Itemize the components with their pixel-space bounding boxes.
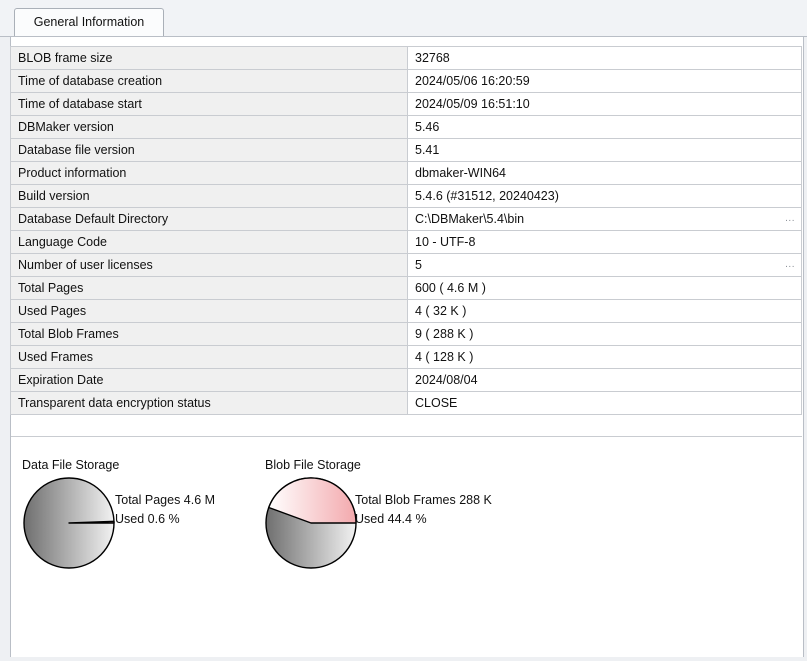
info-key: Transparent data encryption status: [10, 391, 408, 415]
general-info-table: BLOB frame size 32768 Time of database cre…: [10, 46, 802, 415]
info-value: 32768: [407, 46, 802, 70]
info-value-text: 10 - UTF-8: [415, 235, 476, 249]
info-value-text: 2024/08/04: [415, 373, 478, 387]
info-value: 5.41: [407, 138, 802, 162]
info-value-text: 4 ( 128 K ): [415, 350, 474, 364]
info-value-text: 5: [415, 258, 422, 272]
info-value: 600 ( 4.6 M ): [407, 276, 802, 300]
info-row: BLOB frame size 32768: [10, 46, 802, 70]
data-file-total-label: Total Pages 4.6 M: [115, 493, 216, 507]
info-key: Time of database creation: [10, 69, 408, 93]
info-row: Language Code 10 - UTF-8: [10, 230, 802, 254]
info-value-text: CLOSE: [415, 396, 458, 410]
blob-file-used-label: Used 44.4 %: [355, 512, 427, 526]
storage-charts-area: Data File Storage Total Pages 4.6 M Used…: [11, 436, 802, 657]
info-value: 2024/05/06 16:20:59: [407, 69, 802, 93]
info-value-text: 5.46: [415, 120, 440, 134]
blob-file-storage-title: Blob File Storage: [265, 458, 361, 472]
info-key: Language Code: [10, 230, 408, 254]
info-value-text: 600 ( 4.6 M ): [415, 281, 486, 295]
info-row: Database file version 5.41: [10, 138, 802, 162]
info-value-text: 2024/05/09 16:51:10: [415, 97, 530, 111]
info-row: Total Blob Frames 9 ( 288 K ): [10, 322, 802, 346]
info-key: Build version: [10, 184, 408, 208]
info-value-text: 5.4.6 (#31512, 20240423): [415, 189, 559, 203]
info-row: Used Frames 4 ( 128 K ): [10, 345, 802, 369]
info-value: 5...: [407, 253, 802, 277]
info-key: Product information: [10, 161, 408, 185]
info-row: Total Pages 600 ( 4.6 M ): [10, 276, 802, 300]
info-row: Expiration Date 2024/08/04: [10, 368, 802, 392]
info-key: Used Frames: [10, 345, 408, 369]
info-value-text: 5.41: [415, 143, 440, 157]
info-key: BLOB frame size: [10, 46, 408, 70]
info-row: DBMaker version 5.46: [10, 115, 802, 139]
info-row: Time of database start 2024/05/09 16:51:1…: [10, 92, 802, 116]
data-file-storage-title: Data File Storage: [22, 458, 120, 472]
info-value: 4 ( 128 K ): [407, 345, 802, 369]
info-row: Database Default Directory C:\DBMaker\5.4…: [10, 207, 802, 231]
info-value: 9 ( 288 K ): [407, 322, 802, 346]
info-value: 10 - UTF-8: [407, 230, 802, 254]
info-key: Used Pages: [10, 299, 408, 323]
info-row: Time of database creation 2024/05/06 16:2…: [10, 69, 802, 93]
info-value: 5.46: [407, 115, 802, 139]
data-file-storage-pie: [23, 477, 115, 569]
info-row: Product information dbmaker-WIN64: [10, 161, 802, 185]
info-key: Time of database start: [10, 92, 408, 116]
blob-file-total-label: Total Blob Frames 288 K: [355, 493, 492, 507]
info-value-text: 4 ( 32 K ): [415, 304, 467, 318]
info-value-text: C:\DBMaker\5.4\bin: [415, 212, 525, 226]
info-key: Database file version: [10, 138, 408, 162]
info-row: Build version 5.4.6 (#31512, 20240423): [10, 184, 802, 208]
info-key: Total Blob Frames: [10, 322, 408, 346]
info-key: Total Pages: [10, 276, 408, 300]
info-value: 4 ( 32 K ): [407, 299, 802, 323]
info-value-text: 32768: [415, 51, 450, 65]
info-value-text: dbmaker-WIN64: [415, 166, 506, 180]
tab-bar: General Information: [0, 0, 807, 37]
info-value: C:\DBMaker\5.4\bin...: [407, 207, 802, 231]
info-value-text: 9 ( 288 K ): [415, 327, 474, 341]
info-row: Used Pages 4 ( 32 K ): [10, 299, 802, 323]
info-row: Number of user licenses 5...: [10, 253, 802, 277]
info-value-text: 2024/05/06 16:20:59: [415, 74, 530, 88]
info-key: Database Default Directory: [10, 207, 408, 231]
ellipsis-button[interactable]: ...: [785, 213, 795, 224]
blob-file-storage-pie: [265, 477, 357, 569]
info-value: 5.4.6 (#31512, 20240423): [407, 184, 802, 208]
info-value: dbmaker-WIN64: [407, 161, 802, 185]
info-value: 2024/05/09 16:51:10: [407, 92, 802, 116]
info-value: CLOSE: [407, 391, 802, 415]
ellipsis-button[interactable]: ...: [785, 259, 795, 270]
data-file-used-label: Used 0.6 %: [115, 512, 180, 526]
info-key: Expiration Date: [10, 368, 408, 392]
info-row: Transparent data encryption status CLOSE: [10, 391, 802, 415]
info-value: 2024/08/04: [407, 368, 802, 392]
tab-general-information[interactable]: General Information: [14, 8, 164, 36]
info-key: DBMaker version: [10, 115, 408, 139]
info-key: Number of user licenses: [10, 253, 408, 277]
